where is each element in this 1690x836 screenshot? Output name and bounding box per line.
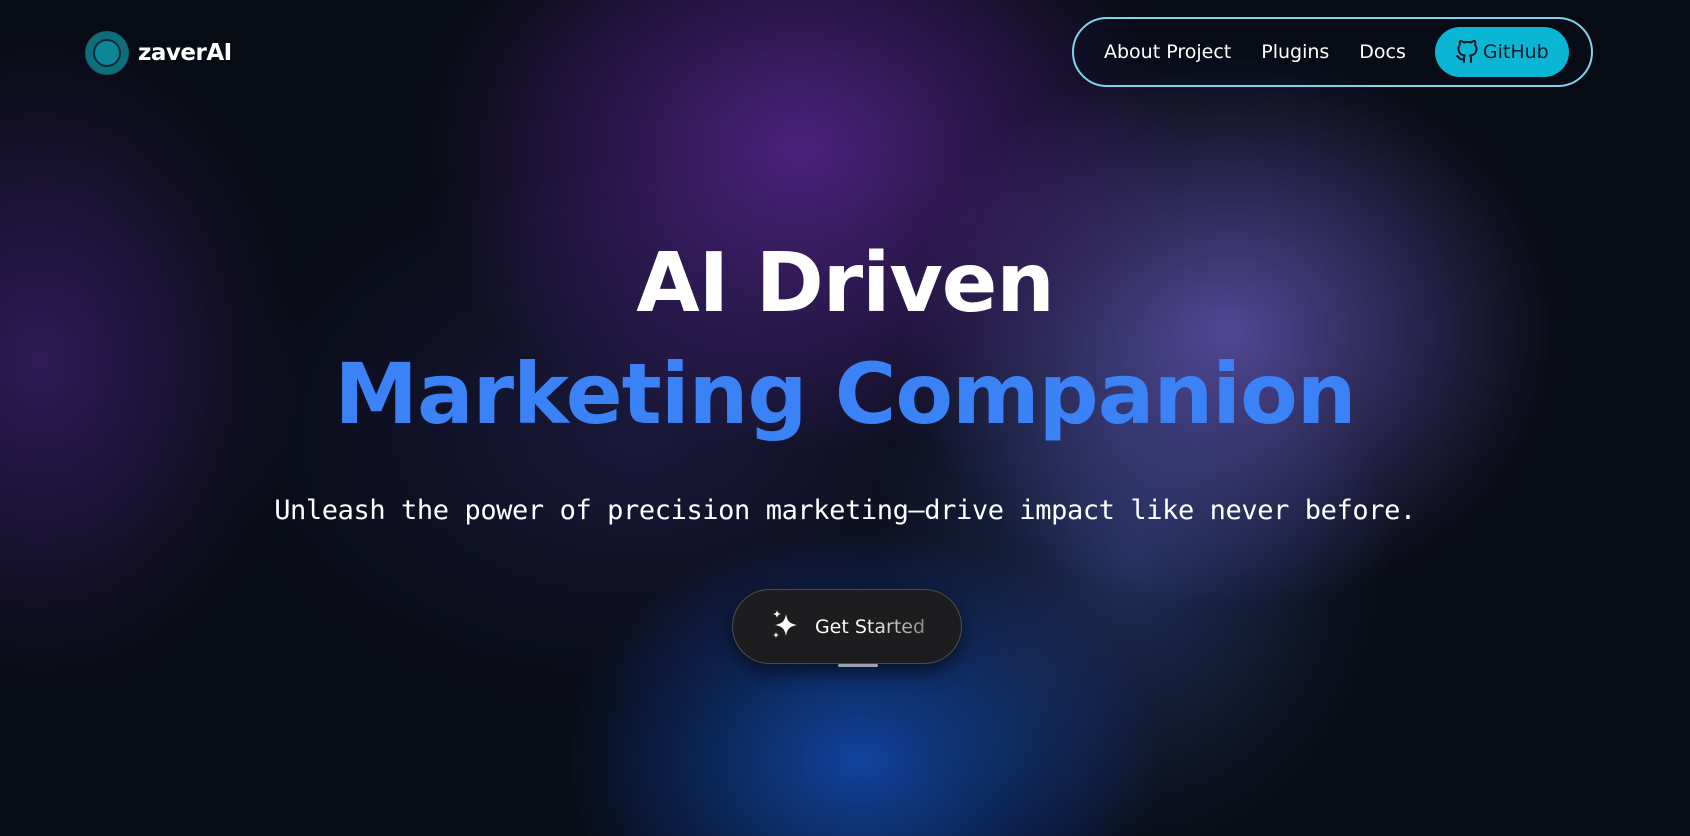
top-navigation: About Project Plugins Docs GitHub [1072, 17, 1593, 87]
nav-link-about-project[interactable]: About Project [1104, 41, 1231, 63]
circle-logo-icon [86, 32, 128, 74]
get-started-button[interactable]: Get Started [732, 589, 962, 664]
nav-link-docs[interactable]: Docs [1359, 41, 1406, 63]
hero-title-line2: Marketing Companion [334, 345, 1356, 443]
get-started-label: Get Started [814, 615, 926, 638]
hero-subtitle: Unleash the power of precision marketing… [274, 495, 1416, 526]
github-icon [1455, 40, 1479, 64]
brand-logo[interactable]: zaverAI [86, 32, 232, 74]
cta-underline-decoration [838, 664, 878, 667]
github-button[interactable]: GitHub [1434, 27, 1569, 77]
landing-page: zaverAI About Project Plugins Docs GitHu… [0, 0, 1690, 836]
github-button-label: GitHub [1482, 41, 1549, 63]
hero-title-line1: AI Driven [636, 236, 1055, 331]
nav-link-plugins[interactable]: Plugins [1261, 41, 1329, 63]
sparkles-icon [769, 608, 803, 645]
brand-name: zaverAI [138, 40, 232, 66]
